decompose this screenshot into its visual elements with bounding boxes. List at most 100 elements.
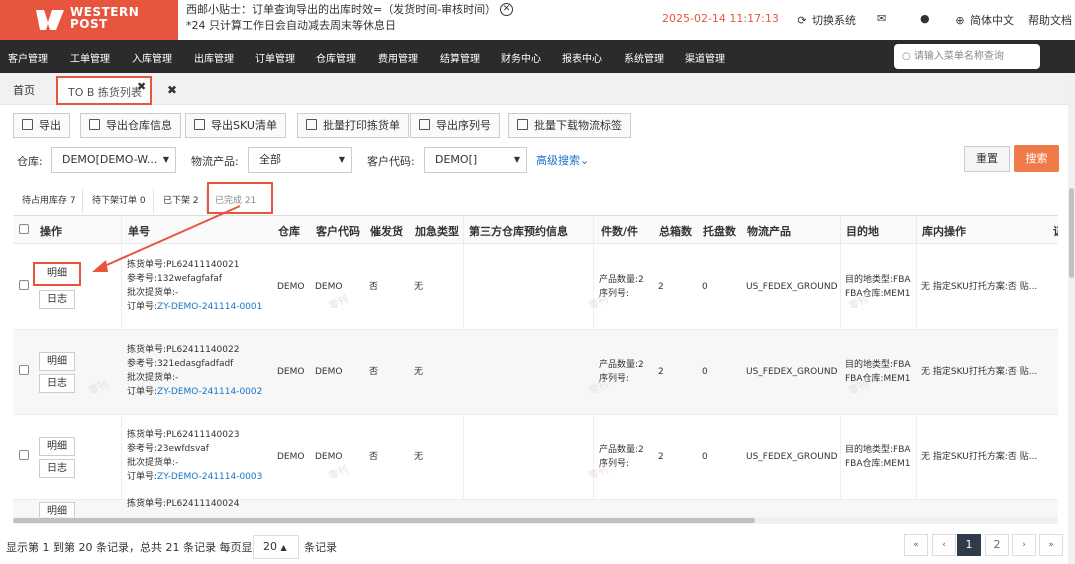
tip-line1: 西邮小贴士：订单查询导出的出库时效=（发货时间-审核时间） — [186, 3, 497, 16]
nav-item-inbound[interactable]: 入库管理 — [132, 50, 172, 65]
nav-item-finance[interactable]: 财务中心 — [501, 50, 541, 65]
caret-down-icon: ▼ — [162, 155, 169, 164]
nav-item-workorders[interactable]: 工单管理 — [70, 50, 110, 65]
help-link[interactable]: 帮助文档 — [1028, 12, 1072, 28]
col-more: 证 — [1053, 223, 1058, 239]
col-qty: 件数/件 — [601, 225, 639, 238]
vertical-scrollbar[interactable] — [1068, 73, 1075, 564]
tip-close-icon[interactable]: ✕ — [500, 3, 513, 16]
batch-print-pick-button[interactable]: 批量打印拣货单 — [297, 113, 409, 138]
status-tab-pending-stock[interactable]: 待占用库存 7 — [13, 189, 83, 213]
select-all-checkbox[interactable] — [19, 224, 29, 234]
qty-cell: 产品数量:2 — [599, 445, 644, 455]
user-icon[interactable]: ● — [920, 12, 930, 25]
detail-button[interactable]: 明细 — [33, 262, 81, 286]
page-size-select[interactable]: 20 ▲ — [253, 535, 299, 559]
logo[interactable]: WESTERN POST — [0, 0, 178, 40]
log-button[interactable]: 日志 — [39, 290, 75, 309]
table-row: 明细 日志 拣货单号:PL62411140022 参考号:321edasgfad… — [13, 330, 1058, 415]
detail-button[interactable]: 明细 — [39, 352, 75, 371]
urgent-cell: 无 — [414, 282, 424, 292]
horizontal-scrollbar[interactable] — [13, 517, 1058, 524]
language-selector[interactable]: ⊕ 简体中文 — [954, 12, 1014, 28]
pallets-cell: 0 — [702, 452, 708, 462]
nav-item-system[interactable]: 系统管理 — [624, 50, 664, 65]
row-checkbox[interactable] — [19, 280, 29, 290]
nav-item-outbound[interactable]: 出库管理 — [194, 50, 234, 65]
warehouse-ops-cell: 无 指定SKU打托方案:否 贴... — [921, 282, 1038, 292]
product-cell: US_FEDEX_GROUND — [746, 367, 838, 377]
switch-system-button[interactable]: ⟳ 切换系统 — [796, 12, 856, 28]
col-warehouse: 仓库 — [278, 225, 300, 238]
urgent-cell: 无 — [414, 452, 424, 462]
export-icon — [22, 119, 33, 130]
table-header: 操作 单号 仓库 客户代码 催发货 加急类型 第三方仓库预约信息 件数/件 总箱… — [13, 216, 1058, 244]
menu-search-input[interactable]: ○ 请输入菜单名称查询 — [894, 44, 1040, 69]
chevron-down-icon: ⌄ — [580, 154, 590, 167]
pagination-summary: 显示第 1 到第 20 条记录，总共 21 条记录 每页显示 — [6, 541, 264, 554]
pagination-suffix: 条记录 — [304, 541, 337, 554]
nav-item-channels[interactable]: 渠道管理 — [685, 50, 725, 65]
tab-close-icon[interactable]: ✖ — [137, 80, 146, 93]
row-checkbox[interactable] — [19, 450, 29, 460]
export-button[interactable]: 导出 — [13, 113, 70, 138]
advanced-search-link[interactable]: 高级搜索⌄ — [536, 152, 589, 168]
search-icon: ○ — [902, 51, 911, 62]
urge-cell: 否 — [369, 452, 379, 462]
page-2-button[interactable]: 2 — [985, 534, 1009, 556]
status-tab-unshelved[interactable]: 已下架 2 — [154, 189, 207, 213]
order-link[interactable]: ZY-DEMO-241114-0001 — [157, 302, 262, 312]
batch-download-labels-button[interactable]: 批量下载物流标签 — [508, 113, 631, 138]
status-tab-completed[interactable]: 已完成 21 — [207, 182, 273, 214]
tab-home[interactable]: 首页 — [13, 82, 35, 98]
order-link[interactable]: ZY-DEMO-241114-0003 — [157, 472, 262, 482]
ref-number: 参考号:321edasgfadfadf — [127, 359, 234, 369]
detail-button[interactable]: 明细 — [39, 437, 75, 456]
nav-item-orders[interactable]: 订单管理 — [255, 50, 295, 65]
batch-number: 批次提货单:- — [127, 458, 179, 468]
col-ops: 操作 — [40, 225, 62, 238]
table-row: 明细 日志 拣货单号:PL62411140023 参考号:23ewfdsvaf … — [13, 415, 1058, 500]
row-checkbox[interactable] — [19, 365, 29, 375]
download-icon — [517, 119, 528, 130]
pallets-cell: 0 — [702, 367, 708, 377]
col-urgent-type: 加急类型 — [415, 225, 459, 238]
reset-button[interactable]: 重置 — [964, 146, 1010, 172]
log-button[interactable]: 日志 — [39, 459, 75, 478]
pick-number: 拣货单号:PL62411140024 — [127, 499, 240, 509]
product-cell: US_FEDEX_GROUND — [746, 452, 838, 462]
customer-label: 客户代码: — [367, 155, 415, 168]
status-tab-pending-shelf[interactable]: 待下架订单 0 — [83, 189, 154, 213]
col-number: 单号 — [128, 225, 150, 238]
nav-item-settlement[interactable]: 结算管理 — [440, 50, 480, 65]
last-page-button[interactable]: » — [1039, 534, 1063, 556]
refresh-icon: ⟳ — [797, 14, 807, 27]
nav-item-warehouse[interactable]: 仓库管理 — [316, 50, 356, 65]
col-boxes: 总箱数 — [659, 225, 692, 238]
prev-page-button[interactable]: ‹ — [932, 534, 956, 556]
warehouse-select[interactable]: DEMO[DEMO-W... ▼ — [51, 147, 176, 173]
nav-item-fees[interactable]: 费用管理 — [378, 50, 418, 65]
product-select[interactable]: 全部 ▼ — [248, 147, 352, 173]
export-warehouse-info-button[interactable]: 导出仓库信息 — [80, 113, 181, 138]
nav-item-customers[interactable]: 客户管理 — [8, 50, 48, 65]
batch-number: 批次提货单:- — [127, 288, 179, 298]
search-button[interactable]: 搜索 — [1014, 145, 1059, 172]
log-button[interactable]: 日志 — [39, 374, 75, 393]
first-page-button[interactable]: « — [904, 534, 928, 556]
pick-number: 拣货单号:PL62411140023 — [127, 430, 240, 440]
next-page-button[interactable]: › — [1012, 534, 1036, 556]
customer-select[interactable]: DEMO[] ▼ — [424, 147, 527, 173]
order-link[interactable]: ZY-DEMO-241114-0002 — [157, 387, 262, 397]
ref-number: 参考号:23ewfdsvaf — [127, 444, 209, 454]
export-sku-list-button[interactable]: 导出SKU清单 — [185, 113, 286, 138]
ref-number: 参考号:132wefagfafaf — [127, 274, 223, 284]
nav-item-reports[interactable]: 报表中心 — [562, 50, 602, 65]
horizontal-scroll-thumb[interactable] — [13, 518, 755, 523]
main-nav: 客户管理 工单管理 入库管理 出库管理 订单管理 仓库管理 费用管理 结算管理 … — [0, 40, 1075, 73]
page-1-button[interactable]: 1 — [957, 534, 981, 556]
vertical-scroll-thumb[interactable] — [1069, 188, 1074, 278]
export-serial-button[interactable]: 导出序列号 — [410, 113, 500, 138]
mail-icon[interactable]: ✉ — [877, 12, 886, 25]
close-all-tabs-icon[interactable]: ✖ — [167, 83, 177, 97]
